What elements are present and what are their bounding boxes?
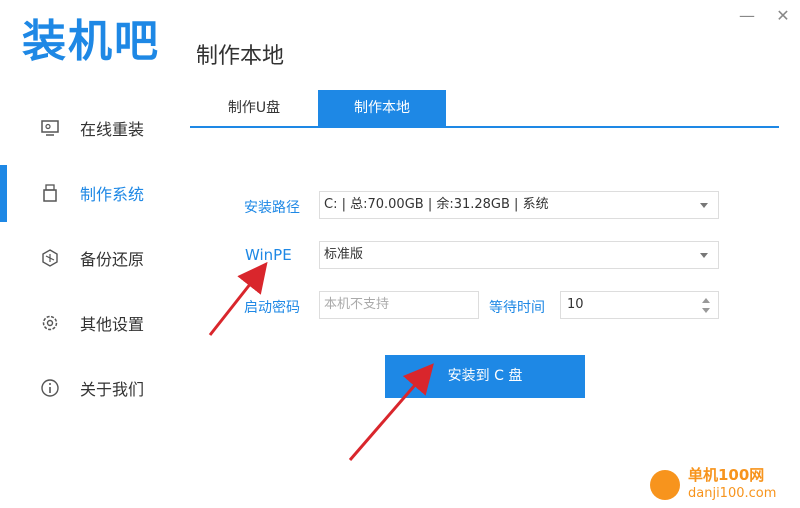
watermark-url: danji100.com	[688, 486, 777, 501]
sidebar-item-label: 关于我们	[80, 380, 145, 399]
chevron-down-icon	[700, 203, 708, 208]
tab-bar: 制作U盘 制作本地	[190, 90, 779, 128]
boot-password-input[interactable]: 本机不支持	[319, 291, 479, 319]
window-controls: — ✕	[738, 6, 792, 25]
info-icon	[41, 379, 59, 397]
boot-password-label: 启动密码	[244, 300, 300, 316]
usb-icon	[43, 184, 57, 202]
sidebar-nav: 在线重装 制作系统 备份还原 其他设置 关于我们	[0, 96, 170, 421]
sidebar-item-about-us[interactable]: 关于我们	[0, 356, 170, 421]
page-title: 制作本地	[196, 44, 285, 69]
sidebar-item-backup-restore[interactable]: 备份还原	[0, 226, 170, 291]
watermark-logo-icon	[650, 470, 680, 500]
tab-make-local[interactable]: 制作本地	[318, 90, 446, 126]
wait-time-label: 等待时间	[489, 300, 545, 316]
app-logo: 装机吧	[22, 16, 160, 67]
sidebar-item-label: 其他设置	[80, 315, 145, 334]
install-path-label: 安装路径	[244, 200, 300, 216]
sidebar-item-label: 在线重装	[80, 120, 145, 139]
install-path-value: C: | 总:70.00GB | 余:31.28GB | 系统	[324, 197, 549, 212]
backup-icon	[42, 249, 58, 267]
gear-icon	[42, 315, 58, 331]
sidebar-item-make-system[interactable]: 制作系统	[0, 161, 170, 226]
sidebar-item-online-reinstall[interactable]: 在线重装	[0, 96, 170, 161]
sidebar-item-label: 制作系统	[80, 185, 145, 204]
tab-make-usb[interactable]: 制作U盘	[190, 90, 318, 126]
winpe-label: WinPE	[245, 246, 292, 264]
sidebar-item-other-settings[interactable]: 其他设置	[0, 291, 170, 356]
monitor-icon	[41, 120, 59, 136]
sidebar: 装机吧 在线重装 制作系统 备份还原 其他设置 关于我们	[0, 0, 170, 508]
minimize-button[interactable]: —	[738, 6, 756, 25]
stepper-down-icon[interactable]	[702, 308, 710, 313]
winpe-select[interactable]: 标准版	[319, 241, 719, 269]
install-path-select[interactable]: C: | 总:70.00GB | 余:31.28GB | 系统	[319, 191, 719, 219]
sidebar-item-label: 备份还原	[80, 250, 145, 269]
stepper-up-icon[interactable]	[702, 298, 710, 303]
wait-time-value: 10	[567, 297, 584, 312]
chevron-down-icon	[700, 253, 708, 258]
watermark-title: 单机100网	[688, 466, 765, 484]
close-button[interactable]: ✕	[774, 6, 792, 25]
watermark: 单机100网 danji100.com	[648, 466, 798, 506]
install-to-c-button[interactable]: 安装到 C 盘	[385, 355, 585, 398]
winpe-value: 标准版	[324, 247, 364, 262]
wait-time-stepper[interactable]: 10	[560, 291, 719, 319]
